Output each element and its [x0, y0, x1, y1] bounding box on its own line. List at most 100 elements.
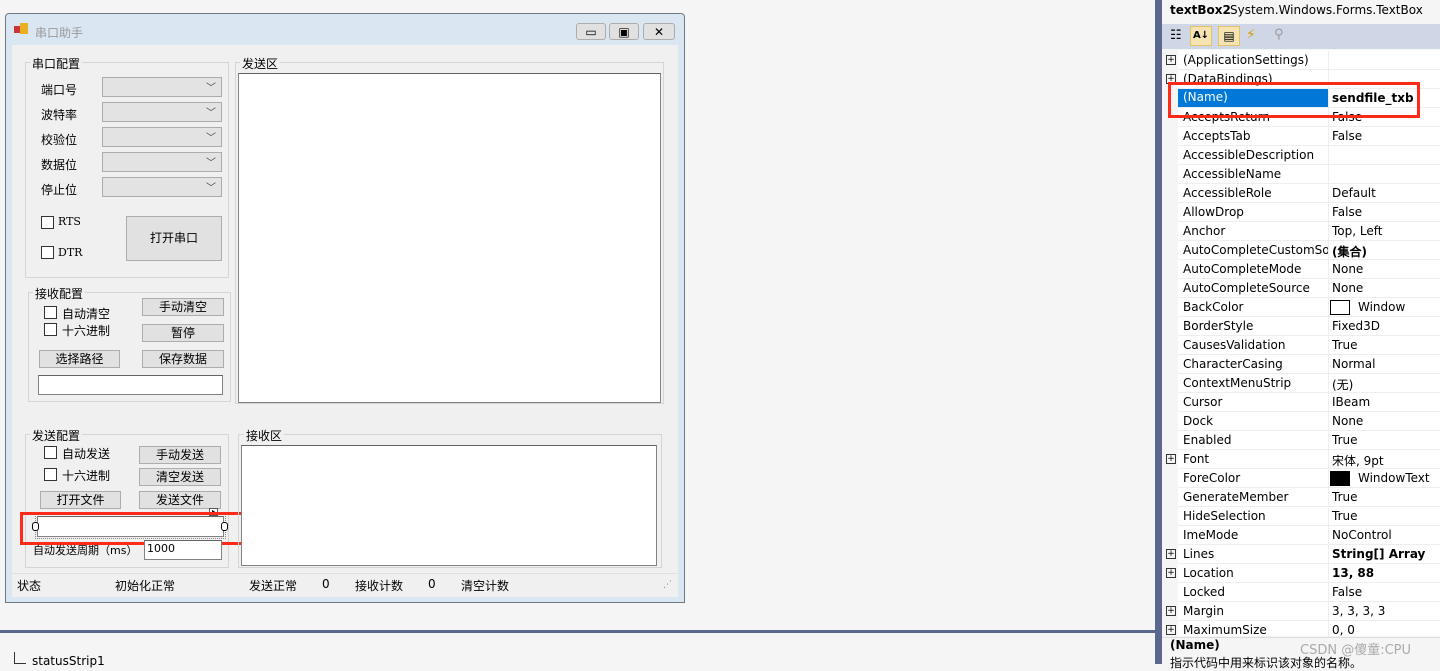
- send-file-button[interactable]: 发送文件: [139, 491, 221, 509]
- property-row[interactable]: AutoCompleteCustomSource(集合): [1178, 241, 1440, 260]
- open-file-button[interactable]: 打开文件: [40, 491, 121, 509]
- property-value[interactable]: IBeam: [1332, 395, 1370, 409]
- property-row[interactable]: BackColor Window: [1178, 298, 1440, 317]
- status-send-count: 0: [322, 577, 330, 591]
- open-port-button[interactable]: 打开串口: [126, 216, 222, 261]
- property-value[interactable]: True: [1332, 338, 1358, 352]
- choose-path-button[interactable]: 选择路径: [39, 350, 120, 368]
- property-value[interactable]: True: [1332, 433, 1358, 447]
- property-name: AutoCompleteMode: [1183, 262, 1302, 276]
- property-value[interactable]: False: [1332, 205, 1362, 219]
- recv-hex-checkbox[interactable]: [44, 323, 57, 336]
- property-value[interactable]: None: [1332, 262, 1363, 276]
- status-clear-count[interactable]: 清空计数: [461, 577, 509, 594]
- property-row[interactable]: BorderStyle Fixed3D: [1178, 317, 1440, 336]
- property-row[interactable]: AccessibleDescription: [1178, 146, 1440, 165]
- object-type[interactable]: System.Windows.Forms.TextBox: [1230, 3, 1423, 17]
- property-value[interactable]: Fixed3D: [1332, 319, 1380, 333]
- property-row[interactable]: Lines String[] Array: [1178, 545, 1440, 564]
- expand-icon[interactable]: +: [1166, 606, 1176, 616]
- property-row[interactable]: Anchor Top, Left: [1178, 222, 1440, 241]
- dtr-checkbox[interactable]: [41, 246, 54, 259]
- property-row[interactable]: HideSelection True: [1178, 507, 1440, 526]
- period-input[interactable]: 1000: [144, 540, 222, 560]
- property-row[interactable]: AutoCompleteSource None: [1178, 279, 1440, 298]
- manual-send-button[interactable]: 手动发送: [139, 446, 221, 464]
- property-row[interactable]: AutoCompleteMode None: [1178, 260, 1440, 279]
- property-row[interactable]: AllowDrop False: [1178, 203, 1440, 222]
- property-value[interactable]: True: [1332, 509, 1358, 523]
- property-value[interactable]: WindowText: [1358, 471, 1430, 485]
- property-value[interactable]: 3, 3, 3, 3: [1332, 604, 1385, 618]
- property-value[interactable]: 宋体, 9pt: [1332, 452, 1384, 469]
- property-row[interactable]: Margin 3, 3, 3, 3: [1178, 602, 1440, 621]
- pause-button[interactable]: 暂停: [142, 324, 224, 342]
- property-name: BorderStyle: [1183, 319, 1254, 333]
- window-title: 串口助手: [35, 26, 84, 40]
- property-value[interactable]: Window: [1358, 300, 1405, 314]
- property-row[interactable]: ImeMode NoControl: [1178, 526, 1440, 545]
- property-row[interactable]: Cursor IBeam: [1178, 393, 1440, 412]
- property-value[interactable]: NoControl: [1332, 528, 1392, 542]
- expand-icon[interactable]: +: [1166, 55, 1176, 65]
- expand-icon[interactable]: +: [1166, 625, 1176, 635]
- property-value[interactable]: 13, 88: [1332, 566, 1374, 580]
- property-value[interactable]: None: [1332, 281, 1363, 295]
- statusstrip-component[interactable]: statusStrip1: [32, 654, 105, 668]
- property-name: Font: [1183, 452, 1210, 466]
- property-value[interactable]: 0, 0: [1332, 623, 1355, 637]
- property-row[interactable]: (ApplicationSettings): [1178, 51, 1440, 70]
- property-row[interactable]: Font 宋体, 9pt: [1178, 450, 1440, 469]
- property-value[interactable]: (集合): [1332, 243, 1367, 260]
- property-value[interactable]: None: [1332, 414, 1363, 428]
- property-row[interactable]: Dock None: [1178, 412, 1440, 431]
- property-pages-icon[interactable]: ⚲: [1274, 27, 1284, 42]
- property-value[interactable]: Top, Left: [1332, 224, 1382, 238]
- save-path-textbox[interactable]: [38, 375, 223, 395]
- expand-icon[interactable]: +: [1166, 549, 1176, 559]
- property-value[interactable]: True: [1332, 490, 1358, 504]
- auto-send-checkbox[interactable]: [44, 446, 57, 459]
- rts-checkbox[interactable]: [41, 216, 54, 229]
- property-row[interactable]: AccessibleRole Default: [1178, 184, 1440, 203]
- close-button[interactable]: ✕: [643, 23, 675, 40]
- expand-icon[interactable]: +: [1166, 568, 1176, 578]
- send-textbox[interactable]: [238, 73, 661, 403]
- auto-clear-checkbox[interactable]: [44, 306, 57, 319]
- manual-clear-button[interactable]: 手动清空: [142, 298, 224, 316]
- categorized-icon[interactable]: ☷: [1170, 28, 1182, 43]
- property-row[interactable]: AcceptsTab False: [1178, 127, 1440, 146]
- property-row[interactable]: Enabled True: [1178, 431, 1440, 450]
- expand-icon[interactable]: +: [1166, 454, 1176, 464]
- property-row[interactable]: CausesValidation True: [1178, 336, 1440, 355]
- property-row[interactable]: Locked False: [1178, 583, 1440, 602]
- property-row[interactable]: ContextMenuStrip (无): [1178, 374, 1440, 393]
- property-value[interactable]: False: [1332, 585, 1362, 599]
- property-row[interactable]: CharacterCasing Normal: [1178, 355, 1440, 374]
- alphabetical-icon[interactable]: A↓: [1190, 26, 1212, 46]
- events-icon[interactable]: ⚡: [1246, 27, 1256, 43]
- property-row[interactable]: ForeColor WindowText: [1178, 469, 1440, 488]
- serial-combo[interactable]: ﹀: [102, 127, 222, 147]
- size-grip-icon[interactable]: ⋰: [663, 580, 672, 590]
- property-value[interactable]: Default: [1332, 186, 1376, 200]
- serial-combo[interactable]: ﹀: [102, 152, 222, 172]
- property-value[interactable]: Normal: [1332, 357, 1375, 371]
- send-hex-checkbox[interactable]: [44, 468, 57, 481]
- maximize-button[interactable]: ▣: [609, 23, 639, 40]
- properties-icon[interactable]: ▤: [1218, 26, 1240, 46]
- serial-combo[interactable]: ﹀: [102, 102, 222, 122]
- send-config-title: 发送配置: [30, 427, 83, 444]
- property-value[interactable]: (无): [1332, 376, 1353, 393]
- serial-combo[interactable]: ﹀: [102, 177, 222, 197]
- property-value[interactable]: False: [1332, 129, 1362, 143]
- minimize-button[interactable]: ▭: [576, 23, 606, 40]
- property-row[interactable]: AccessibleName: [1178, 165, 1440, 184]
- property-row[interactable]: GenerateMember True: [1178, 488, 1440, 507]
- serial-combo[interactable]: ﹀: [102, 77, 222, 97]
- receive-textbox[interactable]: [241, 445, 657, 566]
- clear-send-button[interactable]: 清空发送: [139, 468, 221, 486]
- property-value[interactable]: String[] Array: [1332, 547, 1425, 561]
- property-row[interactable]: Location 13, 88: [1178, 564, 1440, 583]
- save-data-button[interactable]: 保存数据: [142, 350, 224, 368]
